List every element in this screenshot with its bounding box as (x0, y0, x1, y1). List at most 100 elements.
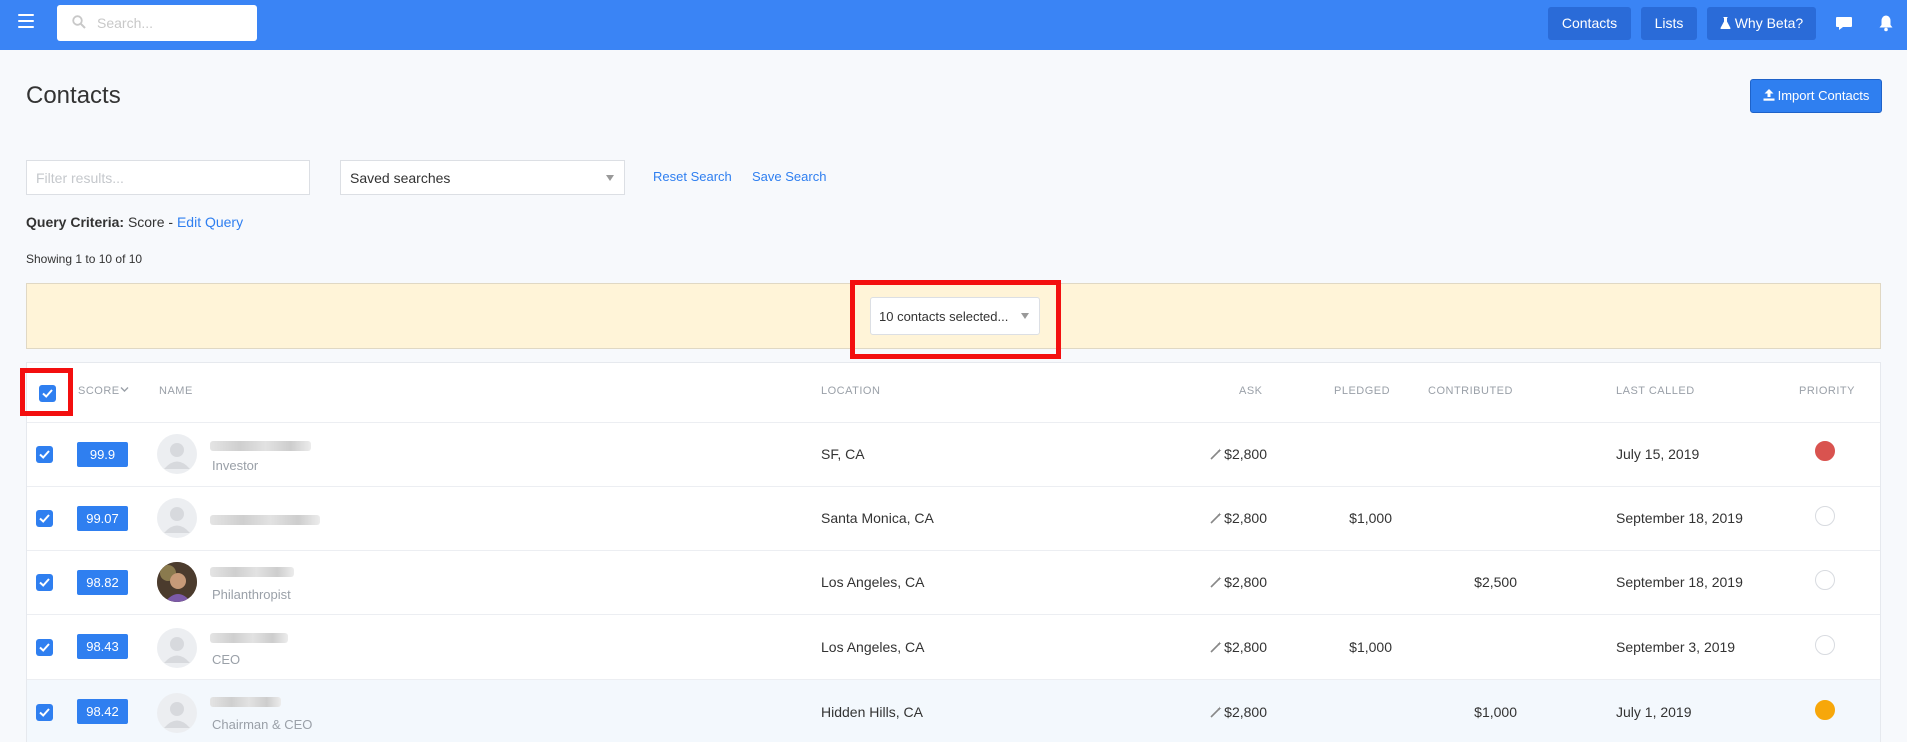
score-column-header[interactable]: SCORE (78, 385, 129, 397)
contact-title: Chairman & CEO (212, 717, 313, 732)
query-criteria: Query Criteria: Score - Edit Query (26, 214, 243, 230)
ask-value: $2,800 (1224, 510, 1267, 526)
pledged-cell: $1,000 (1349, 639, 1392, 655)
edit-query-link[interactable]: Edit Query (177, 214, 243, 230)
avatar-placeholder (157, 693, 197, 733)
contact-name-redacted[interactable] (210, 441, 311, 451)
last-called-cell: September 18, 2019 (1616, 510, 1743, 526)
contributed-column-header[interactable]: CONTRIBUTED (1428, 385, 1513, 397)
avatar-placeholder (157, 498, 197, 538)
priority-indicator[interactable] (1815, 441, 1835, 461)
ask-value: $2,800 (1224, 446, 1267, 462)
priority-indicator[interactable] (1815, 700, 1835, 720)
table-row[interactable] (27, 679, 1880, 742)
ask-value: $2,800 (1224, 639, 1267, 655)
search-input[interactable] (97, 13, 247, 33)
chevron-down-icon (120, 387, 129, 392)
table-row[interactable] (27, 550, 1880, 614)
results-count: Showing 1 to 10 of 10 (26, 252, 143, 266)
import-contacts-button[interactable]: Import Contacts (1750, 79, 1882, 113)
filter-results-input[interactable] (26, 160, 310, 195)
score-badge: 98.43 (77, 634, 128, 659)
ask-column-header[interactable]: ASK (1239, 385, 1263, 397)
priority-indicator[interactable] (1815, 506, 1835, 526)
page-title: Contacts (26, 82, 121, 109)
user-icon (164, 443, 190, 469)
nav-contacts-button[interactable]: Contacts (1548, 7, 1631, 40)
score-header-label: SCORE (78, 385, 120, 397)
table-row[interactable] (27, 422, 1880, 486)
last-called-column-header[interactable]: LAST CALLED (1616, 385, 1695, 397)
row-checkbox[interactable] (36, 639, 53, 656)
location-cell: Los Angeles, CA (821, 574, 925, 590)
contact-name-redacted[interactable] (210, 697, 281, 707)
last-called-cell: July 15, 2019 (1616, 446, 1700, 462)
contact-name-redacted[interactable] (210, 515, 320, 525)
caret-down-icon (606, 175, 614, 181)
contact-name-redacted[interactable] (210, 633, 288, 643)
contributed-cell: $2,500 (1474, 574, 1517, 590)
avatar-photo (157, 562, 197, 602)
contributed-cell: $1,000 (1474, 704, 1517, 720)
location-column-header[interactable]: LOCATION (821, 385, 880, 397)
score-badge: 98.82 (77, 570, 128, 595)
photo-icon (157, 562, 197, 602)
row-checkbox[interactable] (36, 510, 53, 527)
location-cell: SF, CA (821, 446, 865, 462)
score-badge: 99.9 (77, 442, 128, 467)
row-checkbox[interactable] (36, 446, 53, 463)
contact-name-redacted[interactable] (210, 567, 294, 577)
contact-title: Philanthropist (212, 587, 291, 602)
ask-value: $2,800 (1224, 574, 1267, 590)
table-row[interactable] (27, 614, 1880, 678)
pledged-cell: $1,000 (1349, 510, 1392, 526)
ask-cell: $2,800 (1170, 446, 1267, 462)
ask-value: $2,800 (1224, 704, 1267, 720)
checkmark-icon (39, 450, 50, 459)
contact-title: CEO (212, 652, 241, 667)
priority-indicator[interactable] (1815, 635, 1835, 655)
priority-indicator[interactable] (1815, 570, 1835, 590)
import-contacts-label: Import Contacts (1777, 88, 1870, 103)
user-icon (164, 637, 190, 663)
checkmark-icon (39, 578, 50, 587)
checkmark-icon (39, 514, 50, 523)
reset-search-link[interactable]: Reset Search (653, 169, 732, 184)
user-icon (164, 507, 190, 533)
location-cell: Hidden Hills, CA (821, 704, 923, 720)
row-checkbox[interactable] (36, 704, 53, 721)
ask-cell: $2,800 (1170, 574, 1267, 590)
query-criteria-value: Score - (127, 214, 174, 230)
magic-wand-icon (1210, 641, 1222, 653)
annotation-highlight-select-all (20, 368, 73, 416)
location-cell: Santa Monica, CA (821, 510, 934, 526)
user-icon (164, 702, 190, 728)
pledged-column-header[interactable]: PLEDGED (1334, 385, 1390, 397)
name-column-header[interactable]: NAME (159, 385, 193, 397)
saved-searches-select[interactable]: Saved searches (340, 160, 625, 195)
nav-why-beta-button[interactable]: Why Beta? (1707, 7, 1816, 40)
checkmark-icon (39, 643, 50, 652)
nav-lists-button[interactable]: Lists (1641, 7, 1697, 40)
last-called-cell: September 3, 2019 (1616, 639, 1736, 655)
menu-icon[interactable] (18, 14, 34, 28)
last-called-cell: July 1, 2019 (1616, 704, 1692, 720)
search-icon (72, 15, 86, 29)
row-checkbox[interactable] (36, 574, 53, 591)
top-navbar: Contacts Lists Why Beta? (0, 0, 1907, 50)
location-cell: Los Angeles, CA (821, 639, 925, 655)
score-badge: 99.07 (77, 506, 128, 531)
avatar-placeholder (157, 434, 197, 474)
magic-wand-icon (1210, 448, 1222, 460)
magic-wand-icon (1210, 576, 1222, 588)
priority-column-header[interactable]: PRIORITY (1799, 385, 1855, 397)
chat-icon[interactable] (1835, 14, 1853, 32)
ask-cell: $2,800 (1170, 639, 1267, 655)
global-search[interactable] (57, 5, 257, 41)
bell-icon[interactable] (1877, 14, 1895, 32)
avatar-placeholder (157, 628, 197, 668)
annotation-highlight-bulk-select (850, 280, 1061, 359)
save-search-link[interactable]: Save Search (752, 169, 826, 184)
last-called-cell: September 18, 2019 (1616, 574, 1743, 590)
why-beta-label: Why Beta? (1734, 15, 1804, 31)
